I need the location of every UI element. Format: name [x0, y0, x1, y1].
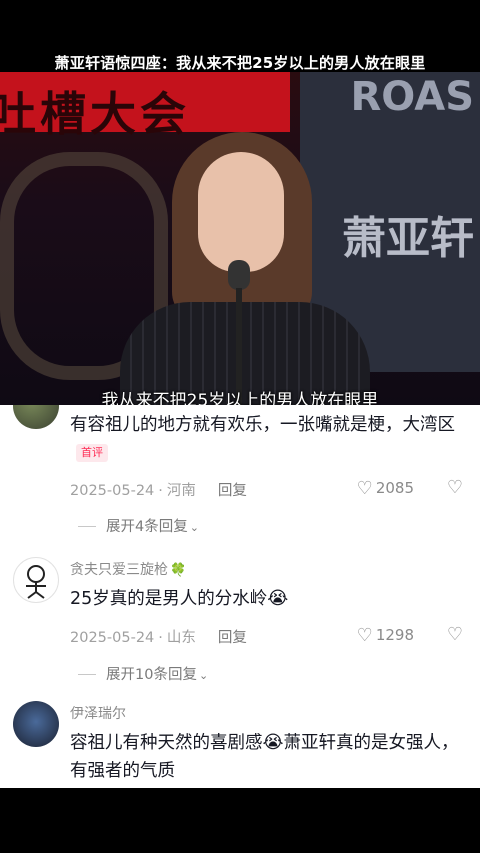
comment-text-content: 有容祖儿的地方就有欢乐，一张嘴就是梗，大湾区 — [70, 415, 455, 435]
heart-icon: ♡ — [356, 625, 373, 646]
clover-icon: 🍀 — [170, 563, 187, 578]
dislike-icon[interactable]: ♡ — [447, 624, 463, 645]
comment-meta: 2025-05-24 · 河南 回复 — [70, 479, 247, 500]
comment-location: 河南 — [166, 483, 196, 499]
crying-laughing-emoji-icon: 😭 — [262, 732, 284, 753]
expand-replies-label: 展开4条回复 — [106, 519, 188, 535]
like-button[interactable]: ♡ 2085 — [357, 478, 414, 499]
expand-replies-button[interactable]: 展开4条回复 ⌄ — [78, 515, 199, 536]
avatar-drawing-icon — [26, 565, 46, 599]
username-text: 伊泽瑞尔 — [70, 706, 126, 722]
reply-button[interactable]: 回复 — [218, 483, 247, 499]
comment-text: 有容祖儿的地方就有欢乐，一张嘴就是梗，大湾区首评 — [70, 411, 465, 467]
avatar[interactable] — [13, 701, 59, 747]
comment-location: 山东 — [166, 630, 196, 646]
comment-text: 容祖儿有种天然的喜剧感😭萧亚轩真的是女强人，有强者的气质 — [70, 729, 465, 785]
dislike-icon[interactable]: ♡ — [447, 477, 463, 498]
username-text: 贪夫只爱三旋枪 — [70, 562, 168, 578]
avatar[interactable] — [13, 405, 59, 429]
heart-icon: ♡ — [356, 478, 373, 499]
comment-username[interactable]: 贪夫只爱三旋枪 🍀 — [70, 559, 186, 579]
like-button[interactable]: ♡ 1298 — [357, 625, 414, 646]
expand-replies-label: 展开10条回复 — [106, 667, 197, 683]
microphone-icon — [228, 260, 250, 290]
crying-laughing-emoji-icon: 😭 — [267, 588, 289, 609]
reply-button[interactable]: 回复 — [218, 630, 247, 646]
comment-text-content: 25岁真的是男人的分水岭 — [70, 589, 268, 609]
video-player[interactable]: 萧亚轩语惊四座：我从来不把25岁以上的男人放在眼里 吐槽大会 ROAS 萧亚轩 … — [0, 0, 480, 405]
chevron-down-icon: ⌄ — [198, 669, 209, 682]
speaker-figure: 海王 — [120, 132, 370, 405]
comment-date: 2025-05-24 — [70, 483, 155, 499]
like-count: 1298 — [375, 626, 414, 644]
stage-banner: 吐槽大会 — [0, 72, 290, 141]
comment-meta: 2025-05-24 · 山东 回复 — [70, 626, 247, 647]
like-count: 2085 — [375, 479, 414, 497]
expand-replies-button[interactable]: 展开10条回复 ⌄ — [78, 663, 208, 684]
video-subtitle: 我从来不把25岁以上的男人放在眼里 — [101, 391, 379, 405]
meta-separator: · — [158, 630, 163, 646]
expand-divider — [78, 526, 96, 527]
video-title: 萧亚轩语惊四座：我从来不把25岁以上的男人放在眼里 — [54, 54, 426, 72]
comment-text-part1: 容祖儿有种天然的喜剧感 — [70, 733, 263, 753]
chevron-down-icon: ⌄ — [189, 521, 199, 534]
comment-list[interactable]: 有容祖儿的地方就有欢乐，一张嘴就是梗，大湾区首评 2025-05-24 · 河南 回复… — [0, 405, 480, 788]
meta-separator: · — [158, 483, 163, 499]
comment-text: 25岁真的是男人的分水岭😭 — [70, 585, 465, 613]
comment-username[interactable]: 伊泽瑞尔 — [70, 703, 126, 723]
expand-divider — [78, 674, 96, 675]
first-comment-badge: 首评 — [76, 444, 108, 462]
speaker-face — [198, 152, 284, 272]
bottom-bar — [0, 788, 480, 853]
comment-date: 2025-05-24 — [70, 630, 155, 646]
avatar[interactable] — [13, 557, 59, 603]
stage-backdrop-text: ROAS — [350, 74, 475, 120]
stage-scene: 吐槽大会 ROAS 萧亚轩 海王 — [0, 72, 480, 405]
